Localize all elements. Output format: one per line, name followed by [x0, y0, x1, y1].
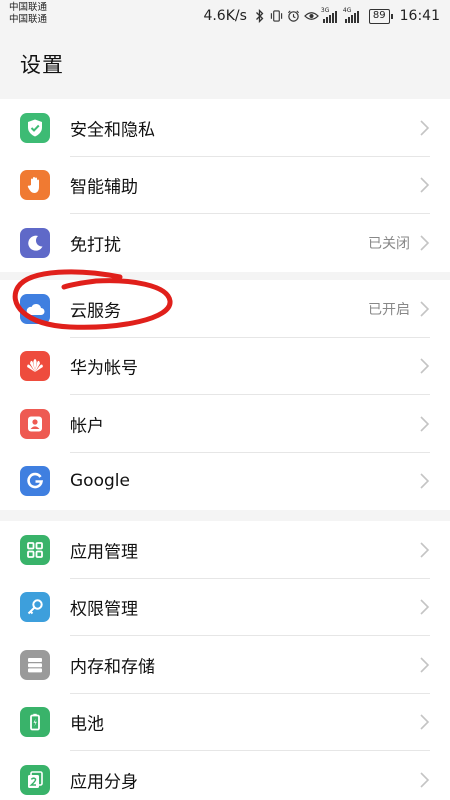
settings-item-label: 华为帐号	[70, 358, 138, 379]
huawei-logo-icon	[20, 351, 50, 382]
apps-grid-icon	[20, 534, 50, 565]
settings-item-label: 电池	[70, 714, 104, 735]
settings-item-do-not-disturb[interactable]: 免打扰 已关闭	[0, 214, 450, 272]
settings-item-label: 智能辅助	[70, 177, 138, 198]
settings-screen: 中国联通 中国联通 4.6K/s 3G 4G 89 16:41 设置 安全和隐私…	[0, 0, 450, 800]
settings-group-3: 应用管理 权限管理 内存和存储 电池 应用分身	[0, 521, 450, 800]
settings-item-smart-assistance[interactable]: 智能辅助	[0, 157, 450, 214]
settings-item-label: 云服务	[70, 301, 121, 322]
status-bar: 中国联通 中国联通 4.6K/s 3G 4G 89 16:41	[0, 0, 450, 33]
chevron-right-icon	[420, 120, 430, 136]
battery-icon	[20, 707, 50, 738]
chevron-right-icon	[420, 235, 430, 251]
settings-item-app-twin[interactable]: 应用分身	[0, 751, 450, 800]
chevron-right-icon	[420, 473, 430, 489]
carrier-2: 中国联通	[9, 14, 48, 25]
settings-item-label: 帐户	[70, 416, 104, 437]
chevron-right-icon	[420, 772, 430, 788]
settings-item-battery[interactable]: 电池	[0, 694, 450, 751]
app-twin-icon	[20, 764, 50, 795]
settings-item-value: 已关闭	[368, 235, 410, 252]
google-g-icon	[20, 466, 50, 497]
carrier-1: 中国联通	[9, 2, 48, 13]
title-bar: 设置	[0, 33, 450, 90]
settings-item-label: 免打扰	[70, 235, 121, 256]
key-icon	[20, 592, 50, 623]
settings-item-label: 应用管理	[70, 542, 138, 563]
clock: 16:41	[399, 8, 440, 24]
settings-item-cloud-service[interactable]: 云服务 已开启	[0, 280, 450, 338]
settings-item-accounts[interactable]: 帐户	[0, 395, 450, 453]
bluetooth-icon	[255, 9, 264, 23]
chevron-right-icon	[420, 542, 430, 558]
shield-check-icon	[20, 112, 50, 143]
settings-item-security-privacy[interactable]: 安全和隐私	[0, 99, 450, 157]
chevron-right-icon	[420, 657, 430, 673]
chevron-right-icon	[420, 301, 430, 317]
chevron-right-icon	[420, 177, 430, 193]
settings-item-label: 安全和隐私	[70, 120, 155, 141]
settings-item-label: 权限管理	[70, 599, 138, 620]
storage-icon	[20, 649, 50, 680]
settings-item-label: 应用分身	[70, 772, 138, 793]
signal-strength-2-icon: 4G	[343, 7, 359, 23]
moon-icon	[20, 227, 50, 258]
chevron-right-icon	[420, 714, 430, 730]
battery-indicator: 89	[368, 8, 393, 24]
settings-item-google[interactable]: Google	[0, 453, 450, 511]
settings-group-1: 安全和隐私 智能辅助 免打扰 已关闭	[0, 99, 450, 272]
settings-item-permission-management[interactable]: 权限管理	[0, 579, 450, 636]
settings-group-2: 云服务 已开启 华为帐号 帐户 Google	[0, 280, 450, 510]
person-icon	[20, 408, 50, 439]
hand-icon	[20, 170, 50, 201]
settings-item-value: 已开启	[368, 301, 410, 318]
chevron-right-icon	[420, 358, 430, 374]
carrier-info: 中国联通 中国联通	[9, 2, 47, 26]
status-indicators: 4.6K/s 3G 4G 89 16:41	[203, 6, 440, 26]
page-title: 设置	[20, 53, 64, 77]
network-speed: 4.6K/s	[203, 8, 247, 24]
settings-item-label: 内存和存储	[70, 657, 155, 678]
vibrate-icon	[270, 10, 283, 22]
settings-item-label: Google	[70, 471, 130, 492]
signal-strength-1-icon: 3G	[321, 7, 337, 23]
settings-item-memory-storage[interactable]: 内存和存储	[0, 636, 450, 694]
alarm-icon	[287, 10, 299, 22]
settings-item-huawei-account[interactable]: 华为帐号	[0, 338, 450, 395]
eye-comfort-icon	[303, 12, 319, 20]
cloud-icon	[20, 293, 50, 324]
chevron-right-icon	[420, 599, 430, 615]
settings-item-app-management[interactable]: 应用管理	[0, 521, 450, 579]
chevron-right-icon	[420, 416, 430, 432]
